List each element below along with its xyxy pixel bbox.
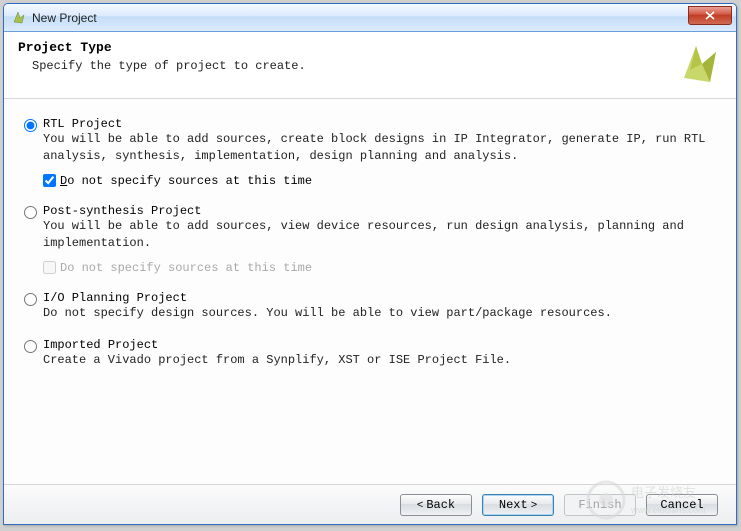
rtl-no-sources-checkbox[interactable]: Do not specify sources at this time <box>43 174 720 188</box>
chevron-right-icon: > <box>531 499 537 511</box>
option-rtl-project[interactable]: RTL Project You will be able to add sour… <box>24 117 720 188</box>
checkbox-post-no-sources <box>43 261 56 274</box>
finish-button: Finish <box>564 494 636 516</box>
option-desc: Do not specify design sources. You will … <box>43 305 720 322</box>
close-icon <box>705 11 715 20</box>
app-icon <box>10 10 26 26</box>
option-desc: You will be able to add sources, view de… <box>43 218 720 253</box>
option-desc: You will be able to add sources, create … <box>43 131 720 166</box>
option-io-planning-project[interactable]: I/O Planning Project Do not specify desi… <box>24 291 720 322</box>
next-button[interactable]: Next > <box>482 494 554 516</box>
dialog-window: New Project Project Type Specify the typ… <box>3 3 737 525</box>
titlebar[interactable]: New Project <box>4 4 736 32</box>
option-imported-project[interactable]: Imported Project Create a Vivado project… <box>24 338 720 369</box>
back-button[interactable]: < Back <box>400 494 472 516</box>
checkbox-rtl-no-sources[interactable] <box>43 174 56 187</box>
cancel-button[interactable]: Cancel <box>646 494 718 516</box>
page-subtitle: Specify the type of project to create. <box>18 59 664 73</box>
page-title: Project Type <box>18 40 664 55</box>
option-post-synthesis-project[interactable]: Post-synthesis Project You will be able … <box>24 204 720 275</box>
wizard-header: Project Type Specify the type of project… <box>4 32 736 99</box>
option-label: RTL Project <box>43 117 720 131</box>
vivado-logo-icon <box>674 40 722 88</box>
option-label: Imported Project <box>43 338 720 352</box>
post-no-sources-checkbox: Do not specify sources at this time <box>43 261 720 275</box>
wizard-footer: < Back Next > Finish Cancel <box>4 484 736 524</box>
radio-post-synthesis[interactable] <box>24 206 37 219</box>
window-title: New Project <box>32 11 688 25</box>
radio-io-planning[interactable] <box>24 293 37 306</box>
option-label: I/O Planning Project <box>43 291 720 305</box>
wizard-body: RTL Project You will be able to add sour… <box>4 99 736 484</box>
radio-rtl-project[interactable] <box>24 119 37 132</box>
option-desc: Create a Vivado project from a Synplify,… <box>43 352 720 369</box>
header-text-block: Project Type Specify the type of project… <box>18 40 664 73</box>
radio-imported[interactable] <box>24 340 37 353</box>
option-label: Post-synthesis Project <box>43 204 720 218</box>
chevron-left-icon: < <box>417 499 423 511</box>
close-button[interactable] <box>688 6 732 25</box>
